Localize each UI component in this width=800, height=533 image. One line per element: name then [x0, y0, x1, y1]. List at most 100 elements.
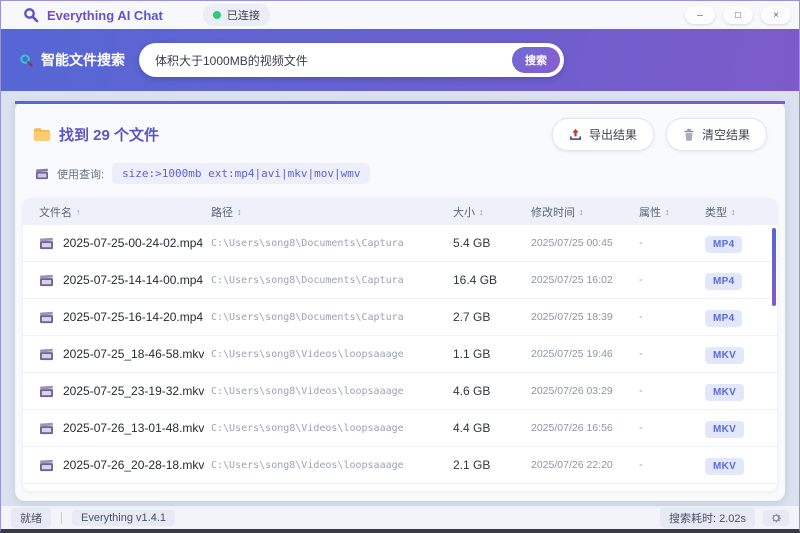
maximize-button[interactable]: □ — [723, 6, 753, 24]
export-results-button[interactable]: 导出结果 — [552, 118, 654, 151]
table-row[interactable]: 2025-07-25-14-14-00.mp4 C:\Users\song8\D… — [23, 262, 777, 299]
status-divider — [61, 512, 62, 524]
file-attributes: - — [639, 422, 705, 434]
video-file-icon — [39, 422, 54, 435]
gear-icon — [770, 512, 782, 524]
table-row[interactable]: 2025-07-25-00-24-02.mp4 C:\Users\song8\D… — [23, 225, 777, 262]
table-header-row: 文件名↑ 路径↕ 大小↕ 修改时间↕ 属性↕ 类型↕ — [23, 198, 777, 225]
file-modified: 2025/07/25 18:39 — [531, 311, 639, 323]
file-size: 4.6 GB — [453, 384, 531, 398]
column-header-size[interactable]: 大小↕ — [453, 204, 531, 220]
minimize-button[interactable]: – — [685, 6, 715, 24]
column-header-type[interactable]: 类型↕ — [705, 204, 777, 220]
file-size: 1.1 GB — [453, 347, 531, 361]
query-value-chip: size:>1000mb ext:mp4|avi|mkv|mov|wmv — [112, 163, 370, 184]
file-size: 2.7 GB — [453, 310, 531, 324]
file-size: 2.1 GB — [453, 458, 531, 472]
app-title: Everything AI Chat — [47, 8, 163, 23]
file-attributes: - — [639, 274, 705, 286]
app-logo-search-icon — [23, 7, 39, 23]
file-modified: 2025/07/25 19:46 — [531, 348, 639, 360]
table-row[interactable]: 2025-07-26_13-01-48.mkv C:\Users\song8\V… — [23, 410, 777, 447]
file-type-badge: MKV — [705, 458, 744, 475]
sort-icon: ↕ — [479, 207, 484, 217]
status-bar: 就绪 Everything v1.4.1 搜索耗时: 2.02s — [1, 505, 799, 529]
file-path: C:\Users\song8\Videos\loopsaaage — [211, 460, 453, 471]
file-path: C:\Users\song8\Documents\Captura — [211, 275, 453, 286]
clear-results-label: 清空结果 — [702, 126, 750, 143]
file-modified: 2025/07/26 03:29 — [531, 385, 639, 397]
found-count-text: 找到 29 个文件 — [59, 124, 159, 145]
file-name: 2025-07-25-16-14-20.mp4 — [63, 310, 203, 324]
smart-search-label-wrap: 智能文件搜索 — [19, 50, 125, 70]
file-type-badge: MKV — [705, 421, 744, 438]
version-badge: Everything v1.4.1 — [72, 510, 175, 526]
connection-status-badge: 已连接 — [203, 4, 270, 26]
export-icon — [569, 128, 582, 141]
video-file-icon — [39, 274, 54, 287]
clear-results-button[interactable]: 清空结果 — [666, 118, 767, 151]
sort-icon: ↕ — [237, 207, 242, 217]
file-name: 2025-07-25_18-46-58.mkv — [63, 347, 204, 361]
smart-search-label: 智能文件搜索 — [41, 50, 125, 70]
search-elapsed-badge: 搜索耗时: 2.02s — [660, 508, 755, 528]
file-size: 5.4 GB — [453, 236, 531, 250]
file-name: 2025-07-25_23-19-32.mkv — [63, 384, 204, 398]
clapperboard-icon — [35, 168, 49, 180]
query-row: 使用查询: size:>1000mb ext:mp4|avi|mkv|mov|w… — [15, 155, 785, 186]
results-card: 找到 29 个文件 导出结果 — [15, 101, 785, 501]
vertical-scrollbar-thumb[interactable] — [772, 228, 776, 306]
file-type-badge: MP4 — [705, 236, 742, 253]
file-type-badge: MP4 — [705, 273, 742, 290]
file-path: C:\Users\song8\Videos\loopsaaage — [211, 423, 453, 434]
results-table: 文件名↑ 路径↕ 大小↕ 修改时间↕ 属性↕ 类型↕ — [23, 198, 777, 491]
sort-icon: ↕ — [731, 207, 736, 217]
file-path: C:\Users\song8\Documents\Captura — [211, 312, 453, 323]
main-area: 找到 29 个文件 导出结果 — [1, 91, 799, 505]
file-path: C:\Users\song8\Videos\loopsaaage — [211, 386, 453, 397]
status-ready-text: 就绪 — [11, 508, 51, 528]
table-row[interactable]: 2025-07-25-16-14-20.mp4 C:\Users\song8\D… — [23, 299, 777, 336]
query-label: 使用查询: — [57, 166, 104, 182]
file-name: 2025-07-26_13-01-48.mkv — [63, 421, 204, 435]
video-file-icon — [39, 385, 54, 398]
table-row[interactable]: 2025-07-25_18-46-58.mkv C:\Users\song8\V… — [23, 336, 777, 373]
close-button[interactable]: × — [761, 6, 791, 24]
video-file-icon — [39, 459, 54, 472]
video-file-icon — [39, 348, 54, 361]
search-input[interactable] — [139, 43, 564, 77]
search-button[interactable]: 搜索 — [512, 47, 560, 73]
video-file-icon — [39, 237, 54, 250]
folder-icon — [33, 127, 51, 142]
file-attributes: - — [639, 459, 705, 471]
table-row[interactable]: 2025-07-25_23-19-32.mkv C:\Users\song8\V… — [23, 373, 777, 410]
column-header-modified[interactable]: 修改时间↕ — [531, 204, 639, 220]
file-modified: 2025/07/25 16:02 — [531, 274, 639, 286]
file-name: 2025-07-26_20-28-18.mkv — [63, 458, 204, 472]
trash-icon — [683, 128, 695, 141]
column-header-filename[interactable]: 文件名↑ — [23, 204, 211, 220]
file-path: C:\Users\song8\Documents\Captura — [211, 238, 453, 249]
results-header: 找到 29 个文件 导出结果 — [15, 104, 785, 155]
file-size: 16.4 GB — [453, 273, 531, 287]
sort-icon: ↕ — [579, 207, 584, 217]
file-path: C:\Users\song8\Videos\loopsaaage — [211, 349, 453, 360]
search-icon — [19, 53, 34, 68]
table-body: 2025-07-25-00-24-02.mp4 C:\Users\song8\D… — [23, 225, 777, 484]
column-header-attributes[interactable]: 属性↕ — [639, 204, 705, 220]
file-attributes: - — [639, 348, 705, 360]
video-file-icon — [39, 311, 54, 324]
file-type-badge: MKV — [705, 347, 744, 364]
file-name: 2025-07-25-14-14-00.mp4 — [63, 273, 203, 287]
sort-asc-icon: ↑ — [76, 207, 81, 217]
file-name: 2025-07-25-00-24-02.mp4 — [63, 236, 203, 250]
connected-dot-icon — [213, 11, 221, 19]
file-size: 4.4 GB — [453, 421, 531, 435]
title-bar: Everything AI Chat 已连接 – □ × — [1, 1, 799, 29]
file-attributes: - — [639, 237, 705, 249]
column-header-path[interactable]: 路径↕ — [211, 204, 453, 220]
file-type-badge: MP4 — [705, 310, 742, 327]
table-row[interactable]: 2025-07-26_20-28-18.mkv C:\Users\song8\V… — [23, 447, 777, 484]
file-attributes: - — [639, 385, 705, 397]
settings-button[interactable] — [763, 510, 789, 526]
